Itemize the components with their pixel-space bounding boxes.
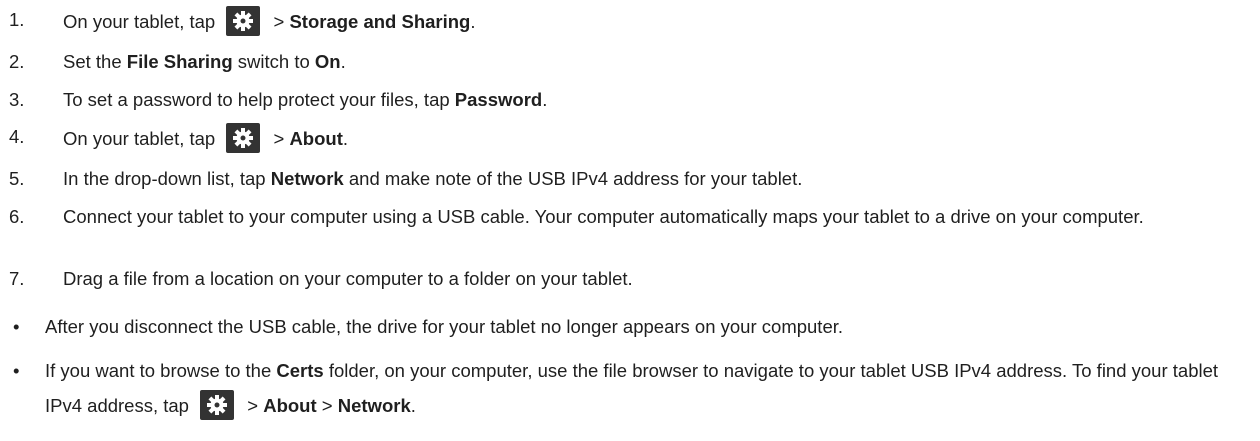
instructions-document: 1. On your tablet, tap > Storage and Sha…: [0, 0, 1260, 441]
gear-icon: [226, 6, 261, 36]
step-number: 4.: [9, 126, 25, 147]
step-text: Set the File Sharing switch to On.: [63, 51, 346, 72]
note-text: If you want to browse to the Certs folde…: [45, 353, 1255, 423]
step-text: In the drop-down list, tap Network and m…: [63, 168, 803, 189]
note-text: After you disconnect the USB cable, the …: [45, 316, 844, 337]
bullet: •: [13, 316, 20, 337]
step-text: Connect your tablet to your computer usi…: [63, 206, 1144, 227]
step-text: On your tablet, tap > Storage and Sharin…: [63, 6, 1253, 38]
step-number: 7.: [9, 268, 25, 289]
bullet: •: [13, 360, 20, 381]
step-text: Drag a file from a location on your comp…: [63, 268, 633, 289]
gear-icon: [200, 390, 235, 421]
settings-path: Storage and Sharing: [289, 10, 471, 32]
step-text: On your tablet, tap > About.: [63, 123, 1253, 155]
gear-icon: [226, 123, 261, 153]
step-number: 5.: [9, 168, 25, 189]
step-number: 6.: [9, 206, 25, 227]
step-text: To set a password to help protect your f…: [63, 89, 548, 110]
step-number: 2.: [9, 51, 25, 72]
step-number: 3.: [9, 89, 25, 110]
step-number: 1.: [9, 9, 25, 30]
